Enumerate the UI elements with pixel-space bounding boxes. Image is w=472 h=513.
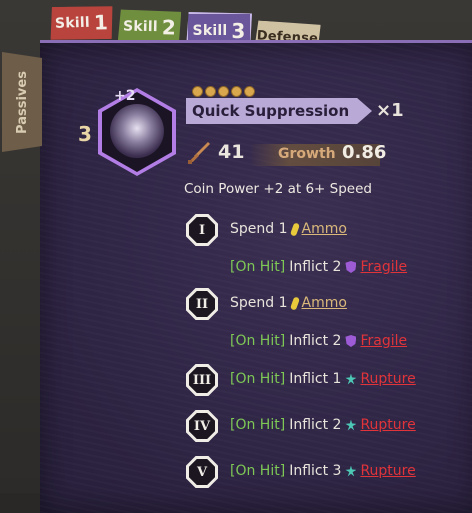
badge-numeral: IV bbox=[189, 413, 215, 439]
on-hit-tag: [On Hit] bbox=[230, 333, 286, 349]
tab-label: Skill bbox=[54, 14, 91, 32]
fragile-icon bbox=[345, 261, 357, 273]
keyword-ammo[interactable]: Ammo bbox=[302, 221, 347, 237]
badge-numeral: I bbox=[189, 217, 215, 243]
coin-effect-row: Spend 1 Ammo bbox=[230, 221, 347, 237]
skill-name: Quick Suppression bbox=[192, 102, 350, 120]
coin-icon bbox=[192, 86, 203, 97]
tab-number: 2 bbox=[161, 15, 177, 40]
growth-value: 0.86 bbox=[342, 142, 387, 163]
tab-number: 1 bbox=[93, 10, 109, 35]
growth-label: Growth bbox=[278, 146, 336, 162]
skill-icon bbox=[98, 88, 176, 176]
ammo-icon bbox=[289, 295, 300, 311]
effect-text: Inflict 1 bbox=[289, 371, 342, 387]
coin-icon bbox=[244, 86, 255, 97]
skill-name-bar: Quick Suppression bbox=[186, 98, 372, 124]
power-row: 41 Growth 0.86 bbox=[186, 140, 396, 170]
base-power: 41 bbox=[218, 141, 245, 163]
ammo-icon bbox=[289, 221, 300, 237]
skill-offset: +2 bbox=[114, 88, 136, 104]
tab-label: Skill bbox=[122, 18, 158, 36]
on-hit-tag: [On Hit] bbox=[230, 371, 286, 387]
tab-skill-1[interactable]: Skill 1 bbox=[49, 5, 113, 41]
coin-effect-row: [On Hit] Inflict 3 Rupture bbox=[230, 463, 416, 479]
coin-row bbox=[192, 86, 255, 97]
effect-text: Inflict 3 bbox=[289, 463, 342, 479]
on-hit-tag: [On Hit] bbox=[230, 463, 286, 479]
rupture-icon bbox=[345, 419, 357, 431]
on-hit-tag: [On Hit] bbox=[230, 259, 286, 275]
badge-numeral: II bbox=[189, 291, 215, 317]
coin-effect-row: Spend 1 Ammo bbox=[230, 295, 347, 311]
coin-effect-row: [On Hit] Inflict 2 Rupture bbox=[230, 417, 416, 433]
coin-icon bbox=[231, 86, 242, 97]
effect-text: Spend 1 bbox=[230, 221, 288, 237]
coin-effect-row: [On Hit] Inflict 2 Fragile bbox=[230, 333, 407, 349]
coin-badge-1: I bbox=[186, 214, 218, 246]
rupture-icon bbox=[345, 373, 357, 385]
keyword-rupture[interactable]: Rupture bbox=[360, 371, 415, 387]
coin-icon bbox=[218, 86, 229, 97]
on-hit-tag: [On Hit] bbox=[230, 417, 286, 433]
tab-passives[interactable]: Passives bbox=[2, 52, 42, 152]
badge-numeral: V bbox=[189, 459, 215, 485]
effect-text: Inflict 2 bbox=[289, 333, 342, 349]
effect-text: Inflict 2 bbox=[289, 259, 342, 275]
passives-label: Passives bbox=[14, 70, 30, 134]
coin-icon bbox=[205, 86, 216, 97]
skill-level: 3 bbox=[78, 122, 92, 146]
effect-text: Inflict 2 bbox=[289, 417, 342, 433]
sword-icon bbox=[188, 142, 210, 164]
skill-multiplier: ×1 bbox=[376, 100, 404, 121]
keyword-rupture[interactable]: Rupture bbox=[360, 417, 415, 433]
badge-numeral: III bbox=[189, 367, 215, 393]
coin-power-note: Coin Power +2 at 6+ Speed bbox=[184, 181, 372, 197]
skill-art-icon bbox=[110, 104, 164, 158]
keyword-ammo[interactable]: Ammo bbox=[302, 295, 347, 311]
fragile-icon bbox=[345, 335, 357, 347]
keyword-fragile[interactable]: Fragile bbox=[360, 259, 407, 275]
coin-effect-row: [On Hit] Inflict 2 Fragile bbox=[230, 259, 407, 275]
keyword-rupture[interactable]: Rupture bbox=[360, 463, 415, 479]
coin-effect-row: [On Hit] Inflict 1 Rupture bbox=[230, 371, 416, 387]
effect-text: Spend 1 bbox=[230, 295, 288, 311]
keyword-fragile[interactable]: Fragile bbox=[360, 333, 407, 349]
tab-label: Skill bbox=[192, 23, 228, 39]
rupture-icon bbox=[345, 465, 357, 477]
